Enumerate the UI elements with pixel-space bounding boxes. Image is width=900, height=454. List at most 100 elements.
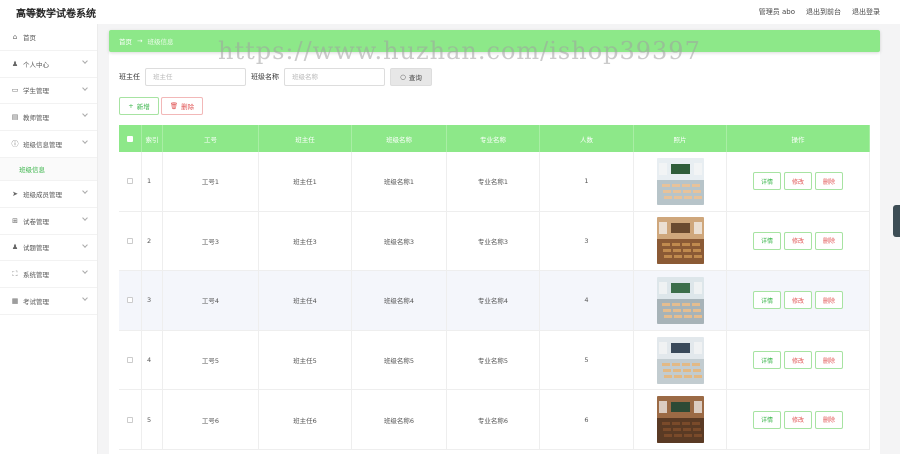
detail-button[interactable]: 详情 bbox=[753, 231, 781, 250]
detail-button[interactable]: 详情 bbox=[753, 351, 781, 370]
header-major[interactable]: 专业名称 bbox=[447, 125, 540, 152]
header-count[interactable]: 人数 bbox=[540, 125, 634, 152]
table-row: 2 工号3 班主任3 班级名称3 专业名称3 3 详情 修改 删除 bbox=[119, 211, 870, 272]
batch-delete-button[interactable]: 🗑 删除 bbox=[161, 97, 203, 115]
cell-ops: 详情 修改 删除 bbox=[727, 330, 870, 390]
sidebar-subitem-class-info[interactable]: 班级信息 bbox=[0, 157, 97, 181]
cell-head-teacher: 班主任1 bbox=[259, 152, 352, 211]
sidebar-item[interactable]: ♟ 个人中心 bbox=[0, 51, 97, 78]
sidebar-item[interactable]: ♟ 试题管理 bbox=[0, 235, 97, 262]
select-all-checkbox[interactable] bbox=[127, 135, 133, 142]
class-photo[interactable] bbox=[656, 336, 704, 384]
sidebar-item-label: 班级成员管理 bbox=[23, 190, 62, 199]
row-checkbox[interactable] bbox=[127, 357, 133, 364]
chevron-down-icon bbox=[82, 295, 88, 302]
delete-button[interactable]: 删除 bbox=[815, 172, 843, 191]
cell-no: 工号6 bbox=[163, 390, 259, 449]
add-button-label: 新增 bbox=[136, 103, 150, 111]
plus-icon: + bbox=[128, 102, 134, 110]
sidebar-item-label: 首页 bbox=[23, 33, 36, 42]
action-row: + 新增 🗑 删除 bbox=[119, 97, 203, 115]
cell-image bbox=[634, 152, 727, 211]
header-image[interactable]: 照片 bbox=[634, 125, 727, 152]
head-teacher-input[interactable] bbox=[145, 68, 246, 86]
cell-count: 4 bbox=[540, 271, 634, 330]
top-right-links: 管理员 abo 退出到前台 退出登录 bbox=[759, 7, 880, 17]
sidebar-menu: ⌂ 首页 ♟ 个人中心 ▭ 学生管理 ▤ 教师管理 ⓘ 班级信息管理 班级信息 ➤ 班级成员管理 ⊞ 试卷管… bbox=[0, 24, 97, 315]
sidebar-item-label: 试题管理 bbox=[23, 244, 49, 253]
header-ops: 操作 bbox=[727, 125, 870, 152]
cell-no: 工号4 bbox=[163, 271, 259, 330]
row-checkbox[interactable] bbox=[127, 416, 133, 423]
cell-image bbox=[634, 330, 727, 390]
chevron-down-icon bbox=[82, 111, 88, 118]
sidebar-item[interactable]: ⊞ 试卷管理 bbox=[0, 208, 97, 235]
side-drawer-tab[interactable] bbox=[893, 205, 900, 237]
header-index: 索引 bbox=[142, 125, 163, 152]
info-icon: ⓘ bbox=[11, 140, 19, 149]
sidebar: ⌂ 首页 ♟ 个人中心 ▭ 学生管理 ▤ 教师管理 ⓘ 班级信息管理 班级信息 ➤ 班级成员管理 ⊞ 试卷管… bbox=[0, 24, 98, 454]
detail-button[interactable]: 详情 bbox=[753, 410, 781, 429]
sidebar-item[interactable]: ➤ 班级成员管理 bbox=[0, 181, 97, 208]
sidebar-item[interactable]: ⌂ 首页 bbox=[0, 24, 97, 51]
cell-head-teacher: 班主任3 bbox=[259, 211, 352, 271]
expand-icon: ⛶ bbox=[12, 269, 18, 278]
sidebar-item[interactable]: ▤ 教师管理 bbox=[0, 104, 97, 132]
app-title: 高等数学试卷系统 bbox=[16, 9, 96, 20]
row-select-cell bbox=[119, 211, 142, 271]
delete-button[interactable]: 删除 bbox=[815, 410, 843, 429]
sidebar-item[interactable]: ▦ 考试管理 bbox=[0, 288, 97, 315]
cell-count: 3 bbox=[540, 211, 634, 271]
current-user: 管理员 abo bbox=[758, 8, 795, 16]
row-checkbox[interactable] bbox=[127, 178, 133, 185]
row-select-cell bbox=[119, 152, 142, 211]
row-checkbox[interactable] bbox=[127, 297, 133, 304]
cell-major: 专业名称4 bbox=[447, 271, 540, 330]
back-to-front-link[interactable]: 退出到前台 bbox=[806, 7, 841, 17]
cell-class-name: 班级名称4 bbox=[352, 271, 447, 330]
delete-button[interactable]: 删除 bbox=[815, 291, 843, 310]
search-button[interactable]: ○ 查询 bbox=[390, 68, 432, 86]
header-no[interactable]: 工号 bbox=[163, 125, 259, 152]
cell-major: 专业名称5 bbox=[447, 330, 540, 390]
logout-link[interactable]: 退出登录 bbox=[852, 7, 880, 17]
trash-icon: 🗑 bbox=[169, 102, 179, 110]
cell-class-name: 班级名称5 bbox=[352, 330, 447, 390]
cell-major: 专业名称3 bbox=[447, 211, 540, 271]
class-photo[interactable] bbox=[656, 157, 704, 205]
delete-button[interactable]: 删除 bbox=[815, 231, 843, 250]
detail-button[interactable]: 详情 bbox=[753, 172, 781, 191]
header-head-teacher[interactable]: 班主任 bbox=[259, 125, 352, 152]
edit-button[interactable]: 修改 bbox=[784, 291, 812, 310]
detail-button[interactable]: 详情 bbox=[753, 291, 781, 310]
cell-index: 5 bbox=[142, 390, 163, 449]
cell-no: 工号5 bbox=[163, 330, 259, 390]
edit-button[interactable]: 修改 bbox=[784, 410, 812, 429]
cell-major: 专业名称1 bbox=[447, 152, 540, 211]
edit-button[interactable]: 修改 bbox=[784, 231, 812, 250]
breadcrumb-home[interactable]: 首页 bbox=[119, 36, 132, 46]
cell-count: 1 bbox=[540, 152, 634, 211]
delete-button[interactable]: 删除 bbox=[815, 351, 843, 370]
cell-major: 专业名称6 bbox=[447, 390, 540, 449]
edit-button[interactable]: 修改 bbox=[784, 172, 812, 191]
sidebar-item[interactable]: ⓘ 班级信息管理 bbox=[0, 131, 97, 158]
add-button[interactable]: + 新增 bbox=[119, 97, 159, 115]
sidebar-item[interactable]: ▭ 学生管理 bbox=[0, 78, 97, 105]
class-photo[interactable] bbox=[656, 276, 704, 324]
header-class-name[interactable]: 班级名称 bbox=[352, 125, 447, 152]
table-body: 1 工号1 班主任1 班级名称1 专业名称1 1 详情 修改 删除 2 工号3 班主任3 班级名称3 专业… bbox=[119, 152, 870, 450]
class-name-input[interactable] bbox=[284, 68, 385, 86]
row-checkbox[interactable] bbox=[127, 237, 133, 244]
cell-ops: 详情 修改 删除 bbox=[727, 390, 870, 449]
grid-icon: ⊞ bbox=[12, 216, 18, 225]
class-photo[interactable] bbox=[656, 217, 704, 265]
edit-button[interactable]: 修改 bbox=[784, 351, 812, 370]
chart-icon: ▦ bbox=[11, 297, 19, 306]
row-select-cell bbox=[119, 330, 142, 390]
search-icon: ○ bbox=[400, 73, 406, 81]
sidebar-item[interactable]: ⛶ 系统管理 bbox=[0, 261, 97, 289]
table-row: 5 工号6 班主任6 班级名称6 专业名称6 6 详情 修改 删除 bbox=[119, 390, 870, 450]
class-photo[interactable] bbox=[656, 396, 704, 444]
chevron-down-icon bbox=[82, 188, 88, 194]
